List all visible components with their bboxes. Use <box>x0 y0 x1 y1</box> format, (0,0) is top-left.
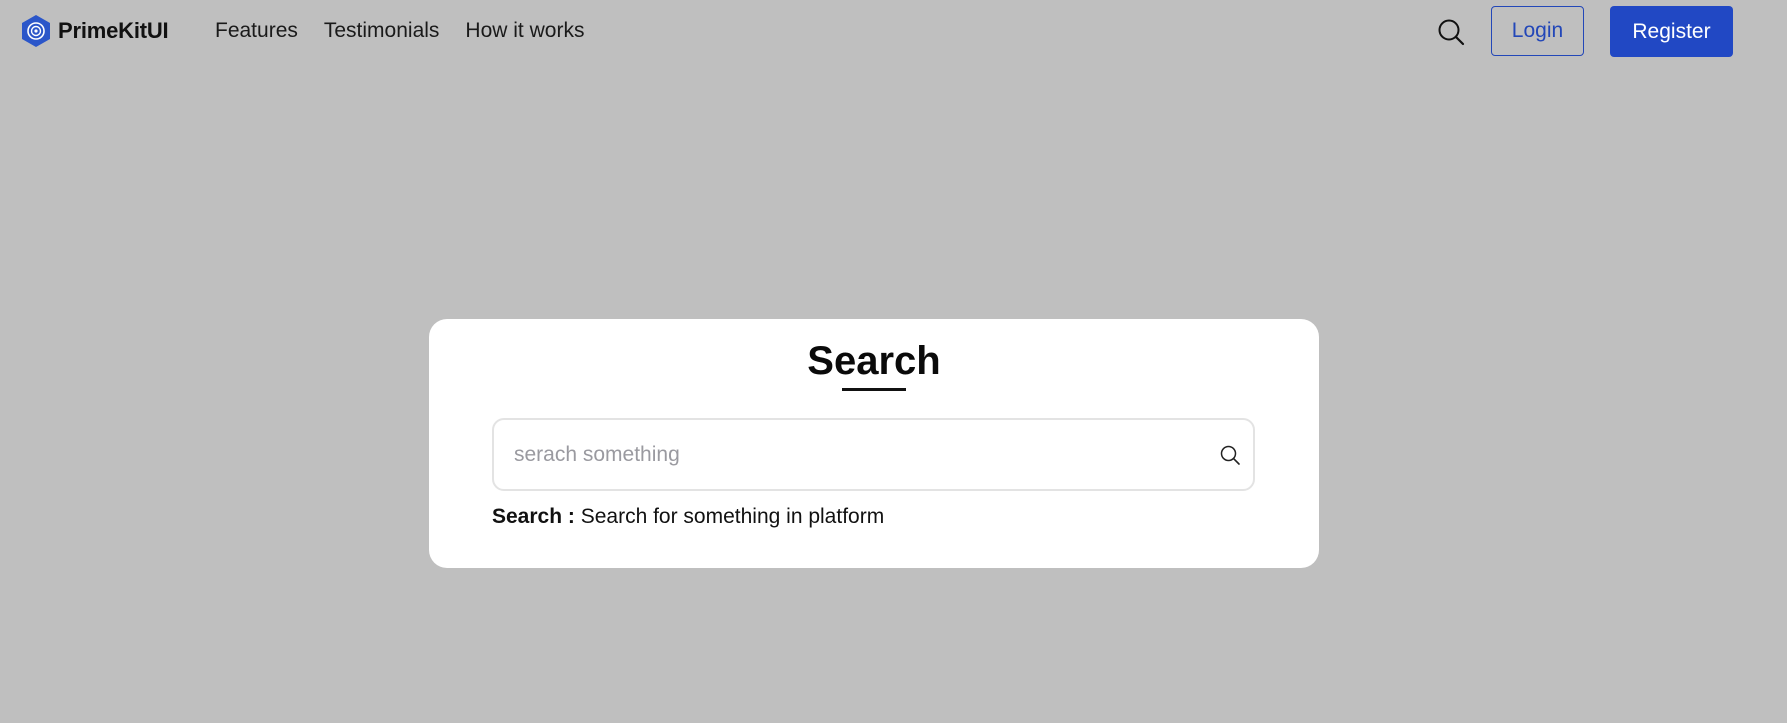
nav-link-features[interactable]: Features <box>215 19 298 43</box>
card-title: Search <box>807 339 941 383</box>
search-icon[interactable] <box>1437 18 1465 46</box>
top-navbar: PrimeKitUI Features Testimonials How it … <box>0 0 1787 64</box>
search-help-text: Search : Search for something in platfor… <box>492 505 884 529</box>
hexagon-logo-icon <box>22 15 50 47</box>
login-button[interactable]: Login <box>1491 6 1584 56</box>
help-label: Search : <box>492 505 575 528</box>
register-button[interactable]: Register <box>1610 6 1733 57</box>
title-underline <box>842 388 906 391</box>
search-box <box>492 418 1255 491</box>
main-nav: Features Testimonials How it works <box>215 19 584 43</box>
help-description: Search for something in platform <box>580 505 885 528</box>
search-input[interactable] <box>514 420 1194 489</box>
nav-link-testimonials[interactable]: Testimonials <box>324 19 440 43</box>
search-icon[interactable] <box>1219 444 1241 466</box>
nav-link-how-it-works[interactable]: How it works <box>465 19 584 43</box>
brand[interactable]: PrimeKitUI <box>20 14 169 48</box>
brand-name: PrimeKitUI <box>58 18 169 43</box>
search-card: Search Search : Search for something in … <box>429 319 1319 568</box>
